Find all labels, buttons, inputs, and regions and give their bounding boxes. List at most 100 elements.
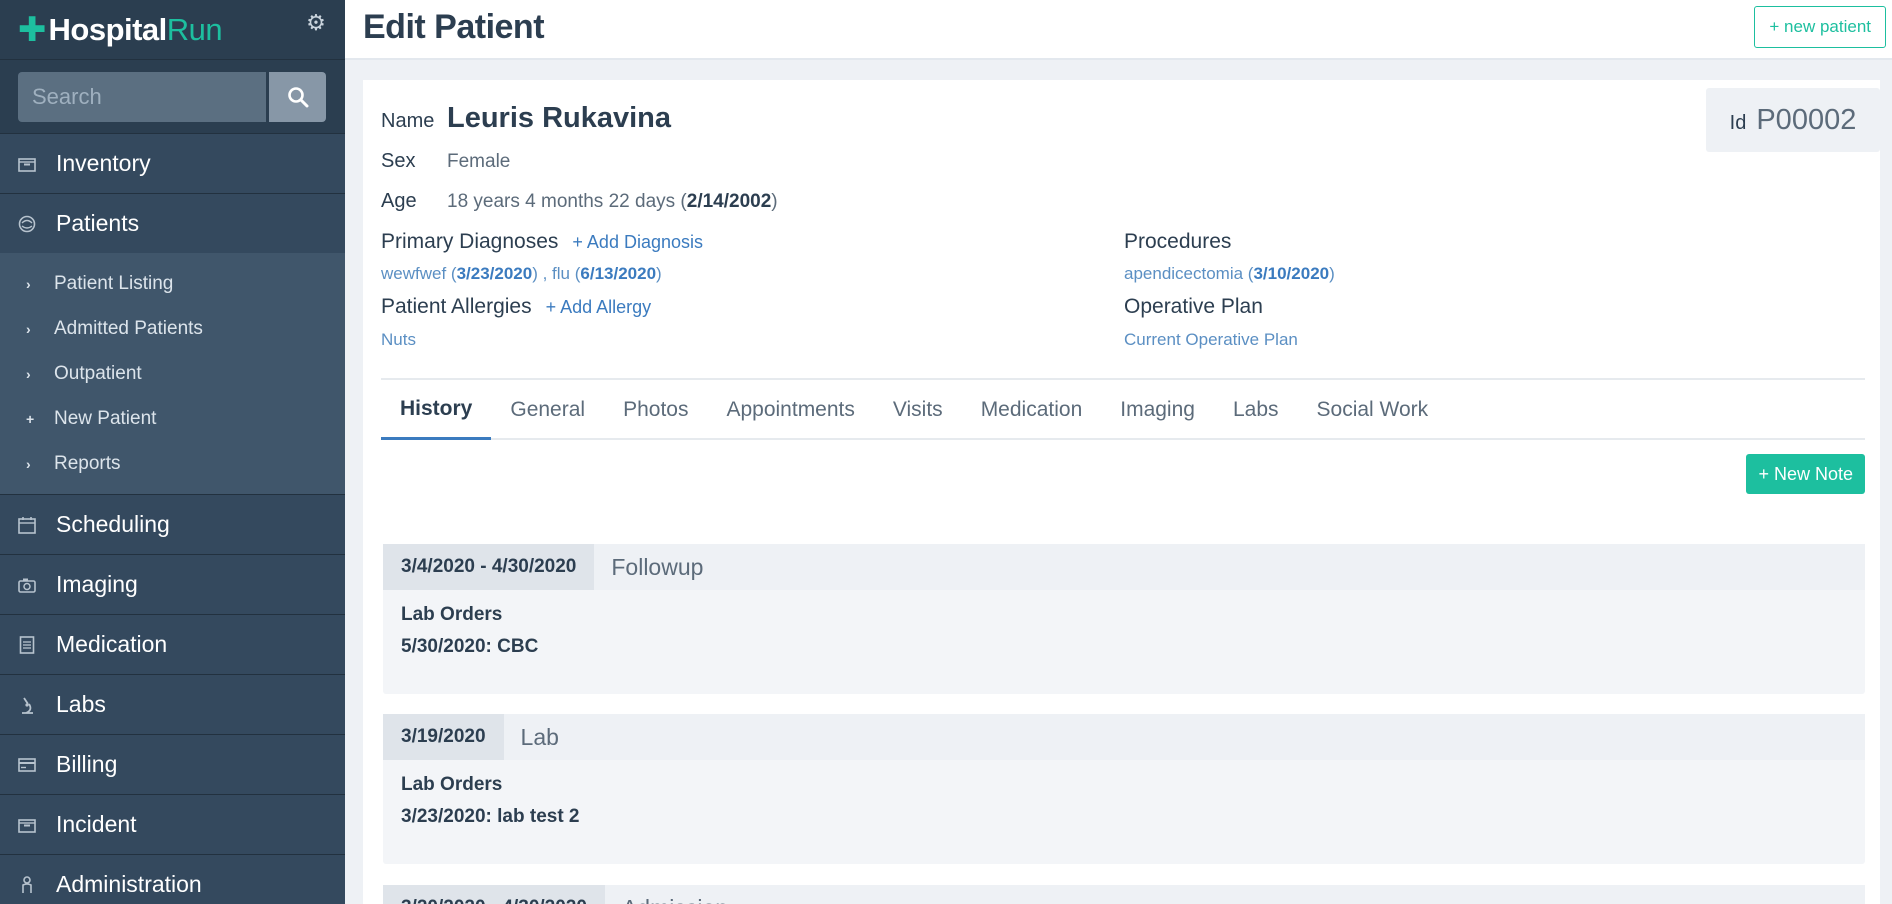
sidebar-subitem-label: New Patient [54,407,157,429]
person-icon [18,875,36,894]
history-entry-header: 3/19/2020 Lab [383,714,1865,760]
sidebar-item-label: Medication [56,631,168,657]
patient-name: Leuris Rukavina [447,102,672,134]
history-type: Followup [611,553,704,580]
sidebar-item-labs[interactable]: Labs [0,674,345,734]
microscope-icon [18,696,36,714]
diagnoses-section: Primary Diagnoses + Add Diagnosis [381,230,703,254]
tab-photos[interactable]: Photos [604,380,707,440]
sidebar-item-label: Scheduling [56,511,170,537]
patient-sex: Female [447,151,511,172]
history-entry[interactable]: 3/20/2020 - 4/30/2020 Admission [383,885,1865,904]
sidebar-subitem-reports[interactable]: › Reports [0,441,345,486]
sidebar-subitem-admitted-patients[interactable]: › Admitted Patients [0,306,345,351]
camera-icon [18,576,36,594]
brand-logo[interactable]: ✚ Hospital Run [0,0,345,60]
patient-tabs: History General Photos Appointments Visi… [381,378,1865,440]
patient-dob: 2/14/2002 [686,191,772,212]
allergy-item[interactable]: Nuts [381,330,416,350]
sidebar-item-incident[interactable]: Incident [0,794,345,854]
procedure-item[interactable]: apendicectomia (3/10/2020) [1124,264,1335,284]
tab-history[interactable]: History [381,380,492,440]
age-row: Age 18 years 4 months 22 days (2/14/2002… [381,190,778,213]
history-detail: 3/23/2020: lab test 2 [401,806,580,827]
tab-visits[interactable]: Visits [874,380,962,440]
patient-panel: Id P00002 Name Leuris Rukavina Sex Femal… [363,80,1880,904]
sidebar-subitem-label: Patient Listing [54,272,174,294]
sidebar-nav: Inventory Patients › Patient Listing › A… [0,133,345,904]
sidebar-item-scheduling[interactable]: Scheduling [0,494,345,554]
diagnoses-list[interactable]: wewfwef (3/23/2020) , flu (6/13/2020) [381,264,662,284]
history-date: 3/20/2020 - 4/30/2020 [383,885,605,904]
operative-section: Operative Plan [1124,295,1263,319]
history-entry[interactable]: 3/4/2020 - 4/30/2020 Followup Lab Orders… [383,544,1865,694]
add-diagnosis-link[interactable]: + Add Diagnosis [572,232,703,253]
patient-age: 18 years 4 months 22 days (2/14/2002) [447,191,778,212]
history-title: Lab Orders [401,774,503,795]
history-date: 3/4/2020 - 4/30/2020 [383,544,595,590]
sidebar-item-label: Administration [56,871,202,897]
sidebar-item-label: Inventory [56,150,151,176]
name-row: Name Leuris Rukavina [381,102,671,135]
patient-id-box: Id P00002 [1706,88,1880,152]
new-note-button[interactable]: + New Note [1746,454,1865,494]
tab-labs[interactable]: Labs [1214,380,1298,440]
id-value: P00002 [1756,103,1857,136]
search-bar [18,72,326,122]
history-entry-header: 3/4/2020 - 4/30/2020 Followup [383,544,1865,590]
patients-submenu: › Patient Listing › Admitted Patients › … [0,253,345,494]
history-detail: 5/30/2020: CBC [401,636,539,657]
sidebar-subitem-label: Reports [54,452,121,474]
plus-icon: + [26,410,35,427]
sidebar-item-patients[interactable]: Patients [0,193,345,253]
history-entry-body: Lab Orders 3/23/2020: lab test 2 [383,760,1865,842]
sex-label: Sex [381,150,416,172]
age-label: Age [381,190,417,212]
history-entry-body: Lab Orders 5/30/2020: CBC [383,590,1865,672]
procedures-section: Procedures [1124,230,1231,254]
new-patient-button[interactable]: + new patient [1754,6,1886,48]
operative-plan-link[interactable]: Current Operative Plan [1124,330,1298,350]
sidebar-item-label: Imaging [56,571,138,597]
sidebar-item-label: Billing [56,751,118,777]
history-title: Lab Orders [401,604,503,625]
history-entry-header: 3/20/2020 - 4/30/2020 Admission [383,885,1865,904]
sidebar-item-inventory[interactable]: Inventory [0,133,345,193]
box-icon [18,816,36,834]
cross-icon: ✚ [18,10,47,49]
search-input[interactable] [18,72,266,122]
chevron-right-icon: › [26,275,31,292]
sidebar-item-administration[interactable]: Administration [0,854,345,904]
gear-icon[interactable]: ⚙ [305,12,327,34]
tab-appointments[interactable]: Appointments [707,380,873,440]
sidebar-subitem-new-patient[interactable]: + New Patient [0,396,345,441]
sidebar-item-label: Labs [56,691,106,717]
name-label: Name [381,110,435,132]
add-allergy-link[interactable]: + Add Allergy [546,297,652,318]
tab-general[interactable]: General [491,380,604,440]
sidebar-subitem-label: Admitted Patients [54,317,203,339]
tab-social-work[interactable]: Social Work [1298,380,1448,440]
sidebar-subitem-label: Outpatient [54,362,142,384]
diagnoses-heading: Primary Diagnoses [381,230,559,253]
sidebar-subitem-outpatient[interactable]: › Outpatient [0,351,345,396]
procedures-heading: Procedures [1124,230,1232,253]
sidebar-subitem-patient-listing[interactable]: › Patient Listing [0,261,345,306]
sex-row: Sex Female [381,150,510,173]
history-entry[interactable]: 3/19/2020 Lab Lab Orders 3/23/2020: lab … [383,714,1865,864]
search-button[interactable] [269,72,326,122]
brand-run: Run [166,11,223,47]
history-type: Lab [520,723,559,750]
id-label: Id [1729,111,1747,134]
operative-heading: Operative Plan [1124,295,1263,318]
sidebar-item-billing[interactable]: Billing [0,734,345,794]
tab-medication[interactable]: Medication [962,380,1102,440]
top-header: Edit Patient + new patient [345,0,1892,60]
tab-imaging[interactable]: Imaging [1101,380,1214,440]
brand-hospital: Hospital [48,11,168,47]
history-type: Admission [605,895,728,904]
sidebar-item-label: Patients [56,210,140,236]
sidebar-item-imaging[interactable]: Imaging [0,554,345,614]
sidebar-item-medication[interactable]: Medication [0,614,345,674]
history-date: 3/19/2020 [383,714,504,760]
